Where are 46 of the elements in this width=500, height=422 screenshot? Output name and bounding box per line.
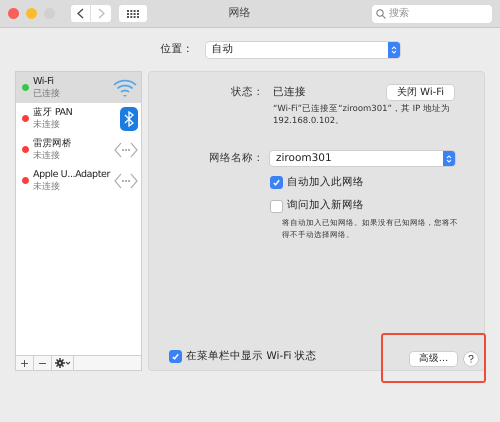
service-item[interactable]: 雷雳网桥 未连接: [16, 134, 141, 165]
menu-bar-option-label: 在菜单栏中显示 Wi-Fi 状态: [186, 349, 317, 364]
service-item[interactable]: Apple U...Adapter 未连接: [16, 165, 141, 196]
status-note: “Wi-Fi”已连接至“ziroom301”，其 IP 地址为 192.168.0.102。: [273, 102, 451, 127]
bluetooth-icon: [120, 106, 138, 130]
checkbox[interactable]: [169, 350, 182, 364]
service-name: Apple U...Adapter: [33, 168, 112, 181]
dropdown-stepper-icon: [388, 42, 400, 58]
list-button[interactable]: +: [16, 356, 34, 370]
location-label: 位置：: [160, 42, 194, 58]
service-name: 雷雳网桥: [33, 137, 72, 150]
network-name-dropdown[interactable]: ziroom301: [270, 151, 455, 166]
chevron-left-icon: [77, 8, 84, 19]
wifi-icon: [112, 78, 138, 98]
service-name: Wi-Fi: [33, 75, 55, 88]
turn-off-wifi-button[interactable]: 关闭 Wi-Fi: [387, 85, 454, 100]
chevron-right-icon: [98, 8, 104, 19]
service-status: 未连接: [33, 119, 61, 131]
service-item[interactable]: Wi-Fi 已连接: [16, 72, 141, 103]
status-label: 状态：: [230, 85, 264, 100]
grid-icon: [127, 10, 139, 18]
status-value: 已连接: [273, 85, 307, 100]
checkmark-icon: [171, 352, 180, 362]
close-button[interactable]: [8, 8, 19, 19]
network-name-label: 网络名称：: [208, 150, 264, 166]
connector-icon: [114, 142, 138, 158]
search-icon: [376, 8, 386, 18]
gear-menu-button[interactable]: [52, 356, 74, 370]
service-name: 蓝牙 PAN: [33, 106, 74, 119]
option-label: 自动加入此网络: [287, 174, 364, 190]
advanced-button[interactable]: 高级…: [410, 352, 457, 366]
window-title: 网络: [228, 5, 252, 22]
connector-icon: [114, 172, 138, 188]
list-button[interactable]: −: [34, 356, 52, 370]
checkbox[interactable]: [270, 200, 283, 213]
checkmark-icon: [272, 178, 281, 187]
search-field[interactable]: 搜索: [372, 4, 492, 22]
dropdown-stepper-icon: [443, 151, 455, 166]
service-item[interactable]: 蓝牙 PAN 未连接: [16, 103, 141, 134]
checkbox[interactable]: [270, 176, 283, 189]
location-dropdown[interactable]: 自动: [206, 42, 400, 58]
option-label: 询问加入新网络: [287, 198, 364, 214]
service-status: 已连接: [33, 88, 61, 100]
service-status: 未连接: [33, 181, 61, 193]
grid-view-button[interactable]: [119, 5, 147, 22]
service-status: 未连接: [33, 150, 61, 162]
